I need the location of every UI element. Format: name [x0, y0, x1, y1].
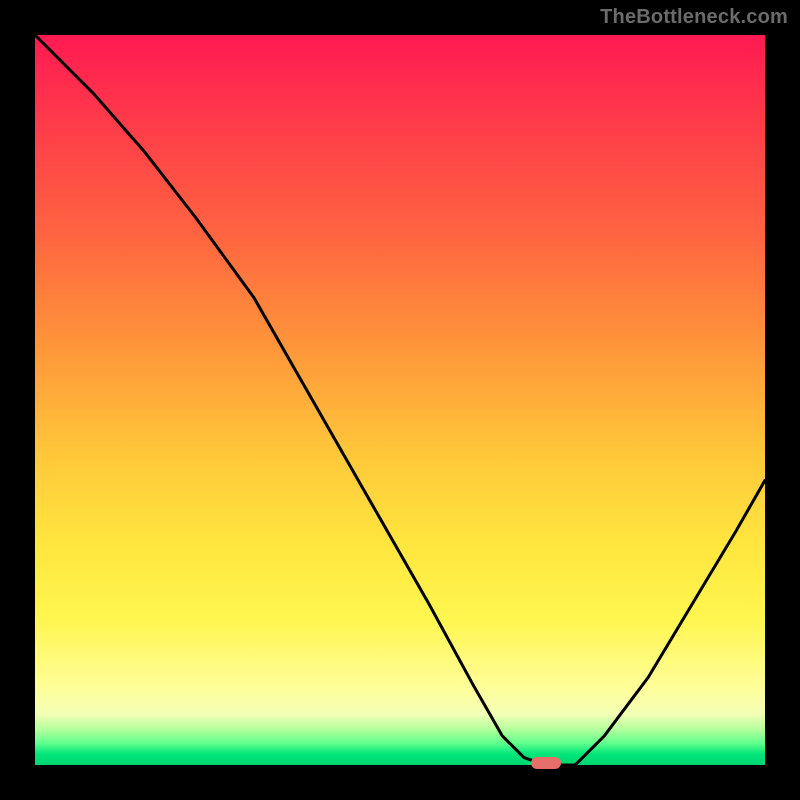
optimum-marker	[531, 757, 561, 769]
bottleneck-curve	[35, 35, 765, 765]
plot-area	[35, 35, 765, 765]
watermark-text: TheBottleneck.com	[600, 6, 788, 29]
chart-frame: TheBottleneck.com	[0, 0, 800, 800]
curve-path	[35, 35, 765, 765]
